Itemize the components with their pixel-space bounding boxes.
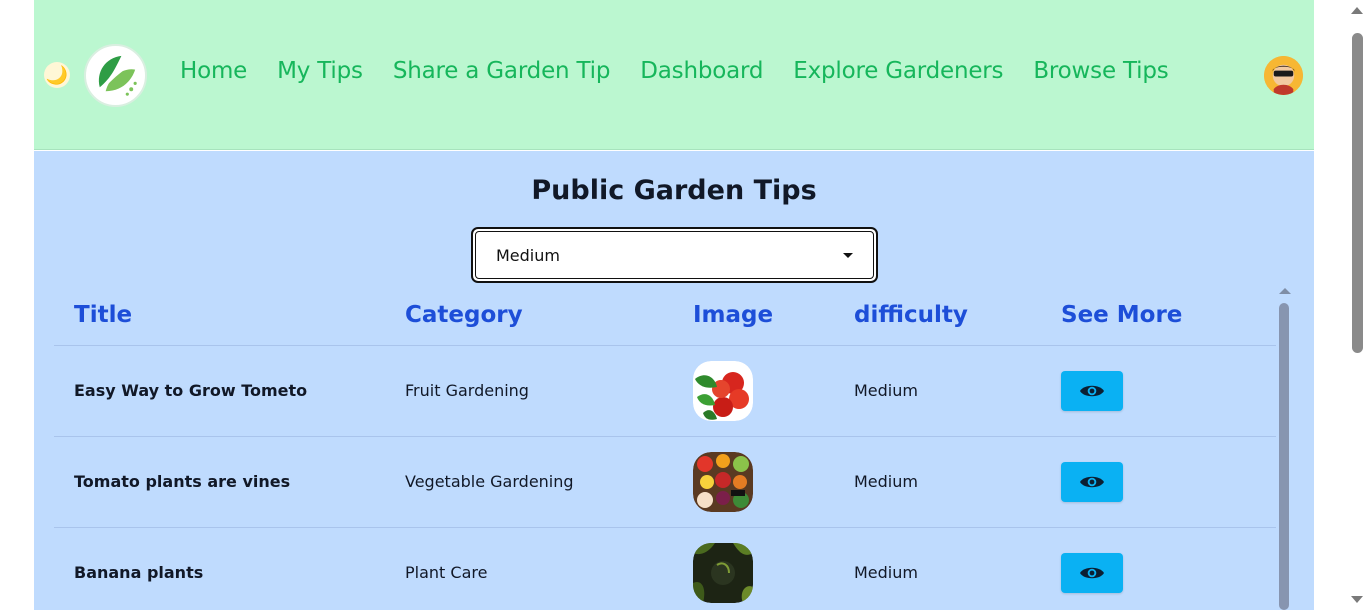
user-avatar[interactable] [1264,56,1303,95]
table-scrollbar-thumb[interactable] [1279,303,1289,610]
difficulty-filter-value: Medium [496,245,560,265]
see-more-button[interactable] [1061,461,1123,502]
row-difficulty: Medium [854,527,1061,610]
main-content: Public Garden Tips Medium Title Category… [34,151,1314,610]
page-title: Public Garden Tips [531,175,817,206]
row-action-cell [1061,436,1276,528]
vegetables-photo-icon [693,451,753,512]
table-scroll-up-arrow[interactable] [1279,288,1291,294]
row-difficulty: Medium [854,345,1061,437]
table-row: Easy Way to Grow Tometo Fruit Gardening [54,345,1276,437]
nav-link-home[interactable]: Home [180,58,247,84]
tomato-photo-icon [693,360,753,421]
avatar-icon [1264,56,1303,95]
row-action-cell [1061,527,1276,610]
table-header-row: Title Category Image difficulty See More [54,285,1276,346]
chevron-down-icon [843,252,853,258]
see-more-button[interactable] [1061,370,1123,411]
row-image-cell [693,436,854,528]
row-category: Vegetable Gardening [405,436,693,528]
nav-links: Home My Tips Share a Garden Tip Dashboar… [180,58,1169,84]
site-logo[interactable] [84,44,147,107]
tips-table: Title Category Image difficulty See More… [54,285,1276,610]
table-row: Banana plants Plant Care Medium [54,527,1276,610]
banana-plant-photo-icon [693,542,753,603]
row-image-cell [693,527,854,610]
nav-link-my-tips[interactable]: My Tips [277,58,363,84]
page: 🌙 Home My Tips Share a Garden Tip Dashbo… [34,0,1314,610]
nav-link-share-tip[interactable]: Share a Garden Tip [393,58,611,84]
eye-icon [1080,476,1104,487]
row-title: Tomato plants are vines [54,436,405,528]
difficulty-filter-select[interactable]: Medium [471,227,878,283]
leaf-logo-icon [86,46,145,105]
navbar: 🌙 Home My Tips Share a Garden Tip Dashbo… [34,0,1314,150]
eye-icon [1080,567,1104,578]
header-see-more: See More [1061,285,1276,346]
see-more-button[interactable] [1061,552,1123,593]
window-scrollbar-thumb[interactable] [1352,33,1363,353]
row-title: Banana plants [54,527,405,610]
row-difficulty: Medium [854,436,1061,528]
row-title: Easy Way to Grow Tometo [54,345,405,437]
nav-link-browse-tips[interactable]: Browse Tips [1033,58,1168,84]
eye-icon [1080,385,1104,396]
row-image-cell [693,345,854,437]
header-title: Title [54,285,405,346]
row-category: Plant Care [405,527,693,610]
moon-icon: 🌙 [45,65,69,85]
window-scroll-up-arrow[interactable] [1351,7,1363,14]
window-scroll-down-arrow[interactable] [1351,596,1363,603]
header-image: Image [693,285,854,346]
header-category: Category [405,285,693,346]
row-category: Fruit Gardening [405,345,693,437]
nav-link-dashboard[interactable]: Dashboard [640,58,763,84]
table-row: Tomato plants are vines Vegetable Garden… [54,436,1276,528]
nav-link-explore-gardeners[interactable]: Explore Gardeners [793,58,1003,84]
theme-toggle-button[interactable]: 🌙 [44,62,70,88]
header-difficulty: difficulty [854,285,1061,346]
row-action-cell [1061,345,1276,437]
difficulty-filter-box[interactable]: Medium [475,231,874,279]
tips-table-container: Title Category Image difficulty See More… [54,285,1276,610]
